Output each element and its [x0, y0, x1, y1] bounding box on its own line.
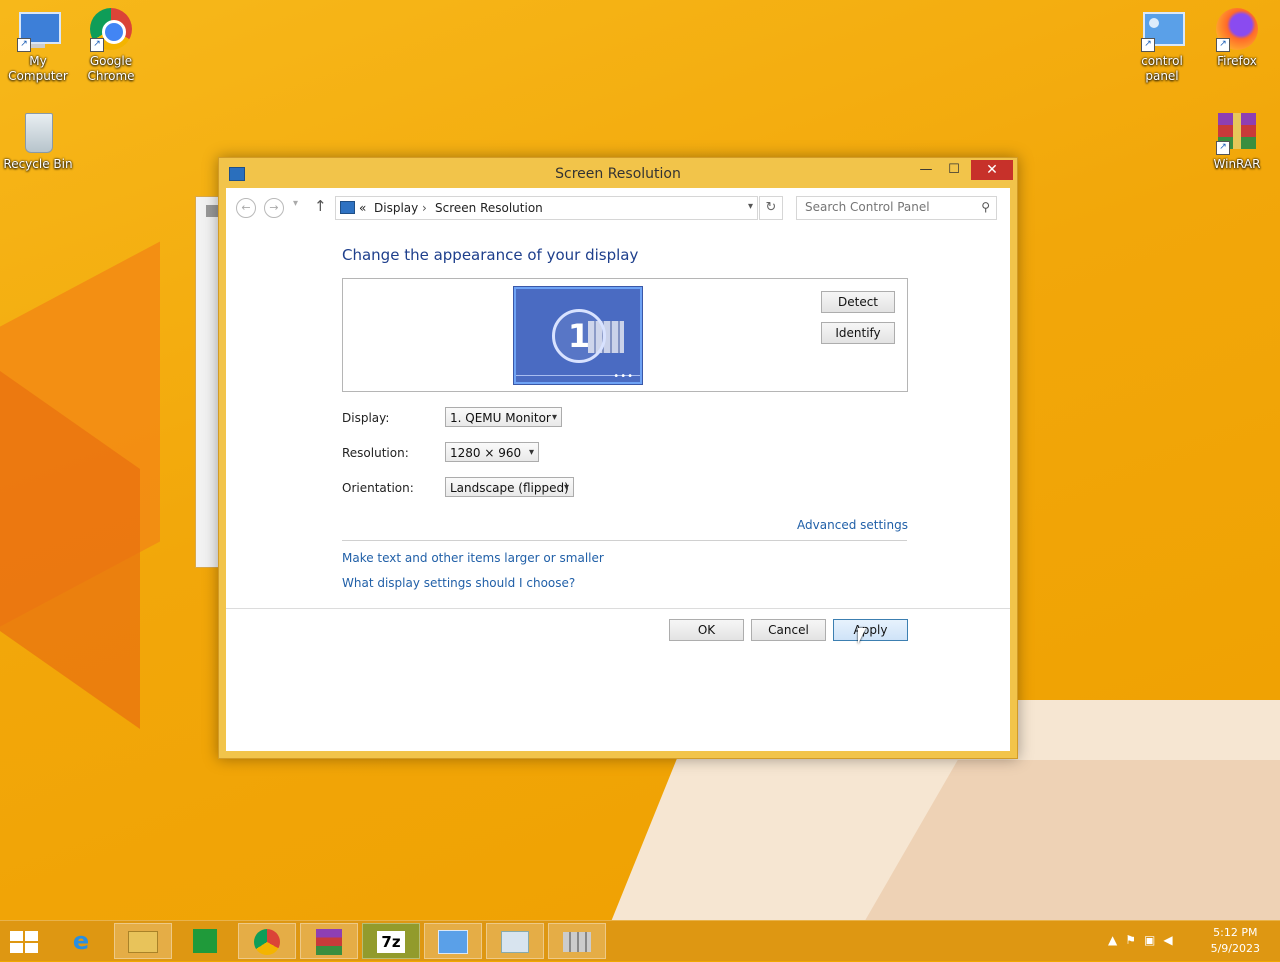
refresh-icon[interactable]: ↻ [759, 196, 783, 220]
window-title: Screen Resolution [555, 166, 681, 182]
resolution-label: Resolution: [342, 446, 409, 460]
desktop-icon-google-chrome[interactable]: ↗ Google Chrome [73, 0, 149, 84]
desktop: ↗ My Computer ↗ Google Chrome Recycle Bi… [0, 0, 1280, 920]
search-icon[interactable]: ⚲ [981, 200, 990, 214]
desktop-icon-control-panel[interactable]: ↗ control panel [1124, 0, 1200, 84]
resolution-select-value: 1280 × 960 [450, 446, 522, 460]
chevron-down-icon[interactable]: ▾ [748, 201, 753, 212]
system-tray: ▲⚑▣◀ [1108, 933, 1181, 947]
store-icon[interactable] [176, 923, 234, 959]
chevron-down-icon: ▾ [528, 447, 534, 458]
start-button[interactable] [8, 931, 38, 953]
window-client: ← → ▾ ↑ « Display › Screen Resolution ▾ … [226, 188, 1010, 751]
breadcrumb-display[interactable]: Display [374, 201, 418, 215]
desktop-icon-recycle-bin[interactable]: Recycle Bin [0, 103, 76, 172]
mouse-cursor-icon [858, 628, 874, 644]
7zip-label: 7z [377, 931, 405, 953]
desktop-icon-winrar[interactable]: ↗ WinRAR [1199, 103, 1275, 172]
desktop-icon-label: Firefox [1217, 54, 1257, 68]
photos-icon[interactable] [486, 923, 544, 959]
7zip-icon[interactable]: 7z [362, 923, 420, 959]
computer-icon: ↗ [15, 6, 61, 52]
resolution-select[interactable]: 1280 × 960 ▾ [445, 442, 539, 462]
clock-time: 5:12 PM [1213, 926, 1258, 939]
text-size-link[interactable]: Make text and other items larger or smal… [342, 551, 604, 565]
winrar-icon: ↗ [1214, 109, 1260, 155]
advanced-settings-link[interactable]: Advanced settings [797, 518, 908, 532]
display-help-link[interactable]: What display settings should I choose? [342, 576, 575, 590]
clock-date: 5/9/2023 [1210, 942, 1260, 955]
desktop-icon-label: control panel [1141, 54, 1183, 83]
desktop-icon-label: Recycle Bin [3, 157, 73, 171]
page-title: Change the appearance of your display [342, 246, 639, 264]
navigation-bar: ← → ▾ ↑ « Display › Screen Resolution ▾ … [226, 188, 1010, 226]
network-icon[interactable]: ▣ [1144, 933, 1163, 947]
breadcrumb-screen-resolution[interactable]: Screen Resolution [435, 201, 543, 215]
display-select[interactable]: 1. QEMU Monitor ▾ [445, 407, 562, 427]
clock[interactable]: 5:12 PM 5/9/2023 [1211, 925, 1260, 957]
firefox-icon: ↗ [1214, 6, 1260, 52]
back-icon[interactable]: ← [236, 198, 256, 218]
up-arrow-icon[interactable]: ↑ [314, 197, 327, 215]
winrar-icon[interactable] [300, 923, 358, 959]
search-input[interactable] [797, 197, 975, 217]
display-icon [340, 201, 355, 214]
chrome-icon: ↗ [88, 6, 134, 52]
detect-button[interactable]: Detect [821, 291, 895, 313]
forward-icon[interactable]: → [264, 198, 284, 218]
title-bar[interactable]: Screen Resolution — ☐ ✕ [219, 158, 1017, 188]
display-label: Display: [342, 411, 390, 425]
recent-dropdown-icon[interactable]: ▾ [293, 198, 298, 209]
close-button[interactable]: ✕ [971, 160, 1013, 180]
chevron-down-icon: ▾ [563, 482, 569, 493]
search-box[interactable]: ⚲ [796, 196, 997, 220]
monitor-number: 1 [552, 309, 606, 363]
more-icon: ••• [613, 371, 634, 382]
internet-explorer-icon[interactable]: e [52, 923, 110, 959]
display-preview-panel: 1 ••• Detect Identify [342, 278, 908, 392]
ok-button[interactable]: OK [669, 619, 744, 641]
control-panel-icon[interactable] [424, 923, 482, 959]
desktop-icon-label: Google Chrome [87, 54, 135, 83]
desktop-icon-firefox[interactable]: ↗ Firefox [1199, 0, 1275, 69]
orientation-select-value: Landscape (flipped) [450, 481, 569, 495]
chevron-up-icon[interactable]: ▲ [1108, 933, 1125, 947]
maximize-button[interactable]: ☐ [939, 160, 969, 180]
identify-button[interactable]: Identify [821, 322, 895, 344]
desktop-icon-my-computer[interactable]: ↗ My Computer [0, 0, 76, 84]
file-explorer-icon[interactable] [114, 923, 172, 959]
minimize-button[interactable]: — [911, 160, 941, 180]
action-center-flag-icon[interactable]: ⚑ [1125, 933, 1144, 947]
window-icon [206, 205, 218, 217]
firewall-icon[interactable] [548, 923, 606, 959]
taskbar: e 7z ▲⚑▣◀ 5:12 PM 5/9/2023 [0, 920, 1280, 961]
breadcrumb-separator-icon: › [422, 201, 427, 215]
monitor-1-thumbnail[interactable]: 1 ••• [514, 287, 642, 384]
address-bar[interactable]: « Display › Screen Resolution ▾ [335, 196, 758, 220]
control-panel-icon: ↗ [1139, 6, 1185, 52]
desktop-icon-label: WinRAR [1213, 157, 1261, 171]
divider [342, 540, 907, 541]
display-select-value: 1. QEMU Monitor [450, 411, 551, 425]
recycle-bin-icon [15, 109, 61, 155]
divider [226, 608, 1010, 609]
screen-resolution-window[interactable]: Screen Resolution — ☐ ✕ ← → ▾ ↑ « Displa… [218, 157, 1018, 759]
orientation-label: Orientation: [342, 481, 414, 495]
cancel-button[interactable]: Cancel [751, 619, 826, 641]
desktop-icon-label: My Computer [8, 54, 68, 83]
chrome-icon[interactable] [238, 923, 296, 959]
orientation-select[interactable]: Landscape (flipped) ▾ [445, 477, 574, 497]
breadcrumb-overflow[interactable]: « [359, 201, 366, 215]
chevron-down-icon: ▾ [551, 412, 557, 423]
volume-muted-icon[interactable]: ◀ [1163, 933, 1180, 947]
